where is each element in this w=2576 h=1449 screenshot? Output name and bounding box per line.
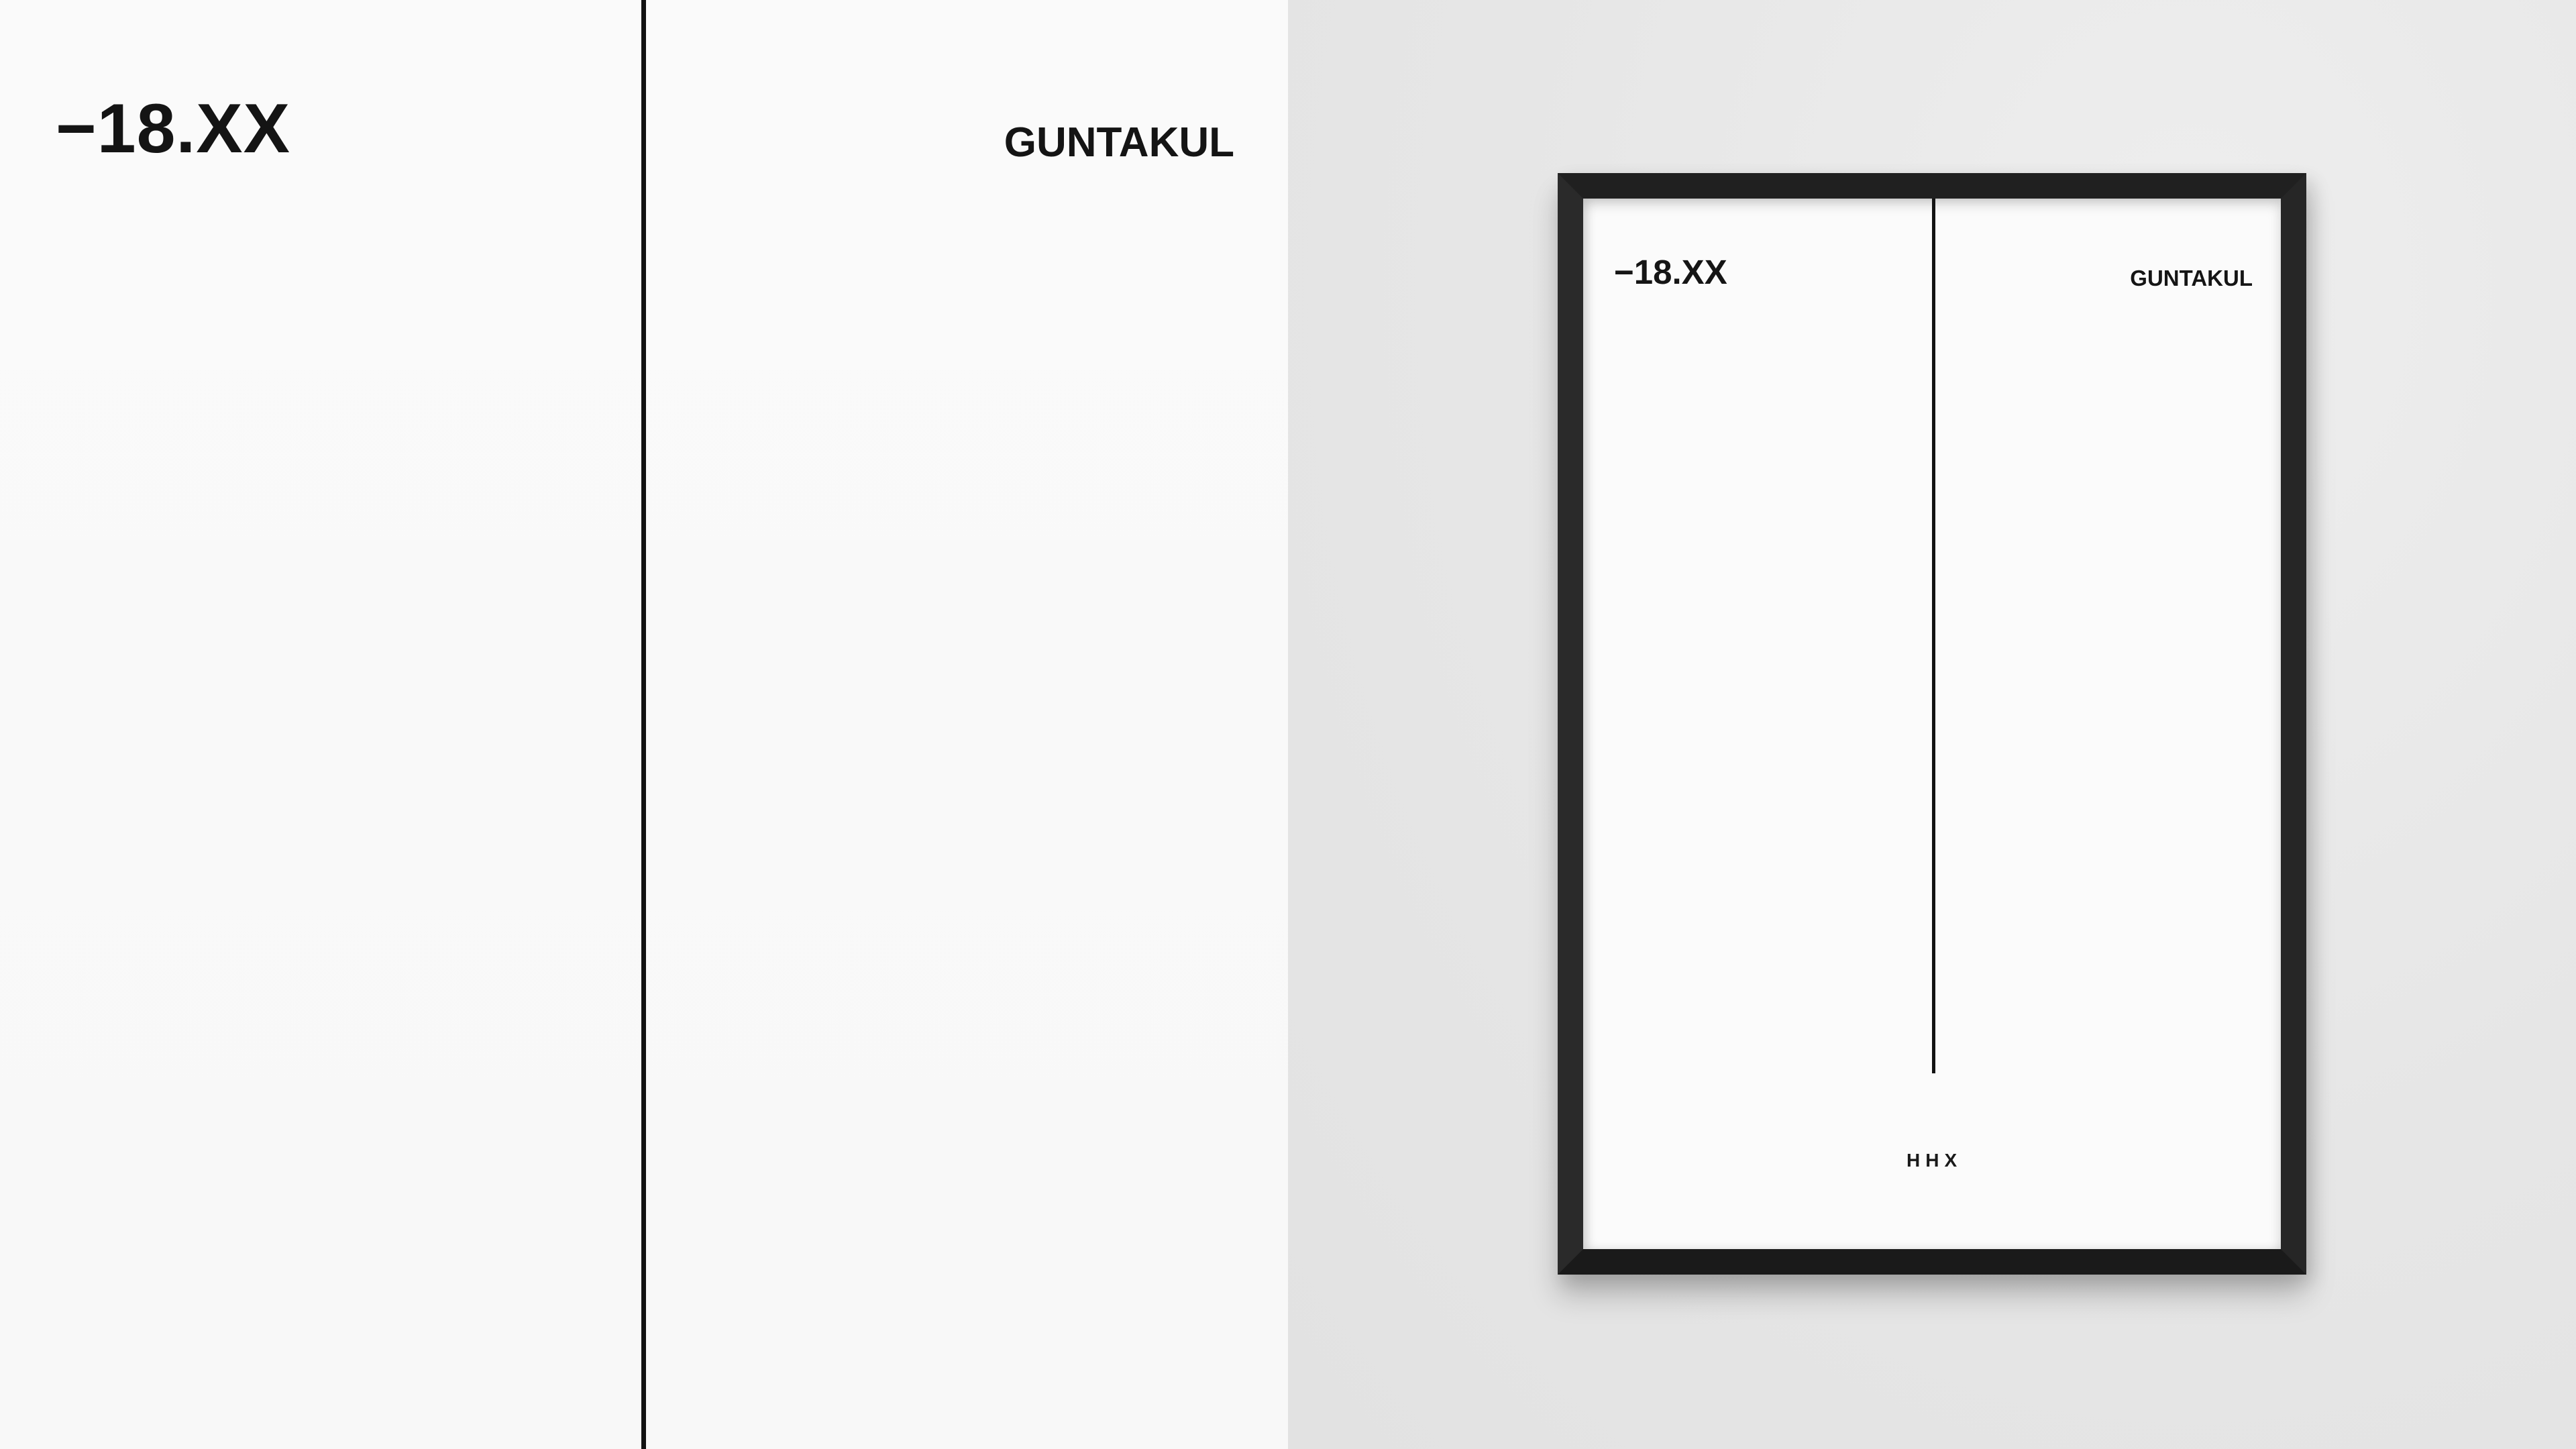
- detail-temperature-label: −18.XX: [56, 90, 291, 168]
- poster-city-label: GUNTAKUL: [2130, 266, 2253, 290]
- poster-temperature-label: −18.XX: [1614, 253, 1727, 291]
- poster-vertical-rule: [1932, 199, 1935, 1073]
- poster-frame: −18.XX GUNTAKUL HHX: [1558, 173, 2306, 1275]
- poster-code-label: HHX: [1907, 1150, 1963, 1171]
- poster-detail-crop: −18.XX GUNTAKUL: [0, 0, 1288, 1449]
- detail-city-label: GUNTAKUL: [1004, 119, 1234, 166]
- framed-poster: −18.XX GUNTAKUL HHX: [1583, 199, 2281, 1249]
- detail-vertical-rule: [641, 0, 646, 1449]
- wall-mockup: −18.XX GUNTAKUL HHX: [1288, 0, 2576, 1449]
